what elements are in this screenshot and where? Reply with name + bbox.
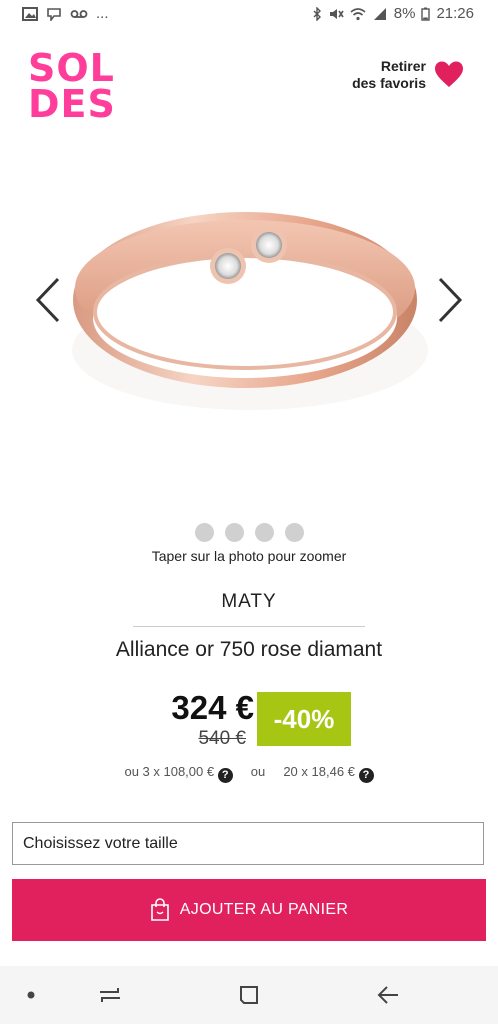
remove-favorite-label[interactable]: Retirer des favoris: [306, 58, 426, 92]
logo-line-2: DES: [28, 82, 116, 126]
header: SOL DES Retirer des favoris: [0, 30, 498, 140]
pagination-dot[interactable]: [194, 523, 214, 542]
product-image-carousel[interactable]: [0, 140, 498, 510]
wifi-icon: [350, 7, 366, 20]
ring-image[interactable]: [60, 180, 440, 460]
add-to-cart-button[interactable]: AJOUTER AU PANIER: [12, 879, 486, 941]
favorite-label-line-1: Retirer: [380, 58, 426, 74]
pagination-dot[interactable]: [254, 523, 274, 542]
installment-options: ou 3 x 108,00 € ? ou 20 x 18,46 € ?: [0, 764, 498, 783]
voicemail-icon: [70, 9, 88, 18]
size-select[interactable]: Choisissez votre taille: [12, 822, 484, 865]
mute-icon: [329, 8, 344, 19]
product-brand[interactable]: MATY: [0, 591, 498, 613]
original-price: 540 €: [198, 728, 246, 749]
chat-icon: [47, 7, 61, 21]
installment-20x: 20 x 18,46 €: [283, 764, 355, 779]
favorite-label-line-2: des favoris: [352, 75, 426, 91]
gallery-icon: [22, 6, 38, 21]
nav-dot-icon[interactable]: [26, 990, 36, 1000]
recent-apps-icon[interactable]: [98, 984, 122, 1006]
divider: [133, 626, 365, 627]
back-arrow-icon[interactable]: [376, 984, 400, 1006]
clock: 21:26: [436, 5, 474, 22]
size-select-placeholder: Choisissez votre taille: [23, 835, 178, 852]
pagination-dot[interactable]: [224, 523, 244, 542]
status-bar: ... 8% 21:26: [0, 0, 498, 30]
next-image-chevron-icon[interactable]: [432, 275, 466, 325]
add-to-cart-label: AJOUTER AU PANIER: [179, 901, 349, 918]
more-notifications: ...: [96, 5, 109, 22]
current-price: 324 €: [171, 689, 254, 726]
discount-badge: -40%: [257, 692, 351, 746]
previous-image-chevron-icon[interactable]: [32, 275, 66, 325]
notification-icons: ...: [22, 5, 109, 22]
carousel-pagination: [0, 523, 498, 542]
shopping-bag-icon: [150, 898, 169, 921]
product-title: Alliance or 750 rose diamant: [115, 638, 383, 661]
installment-3x: ou 3 x 108,00 €: [124, 764, 215, 779]
pagination-dot[interactable]: [284, 523, 304, 542]
help-icon[interactable]: ?: [217, 768, 233, 783]
system-icons: 8% 21:26: [312, 5, 474, 22]
soldes-logo[interactable]: SOL DES: [28, 46, 116, 126]
help-icon[interactable]: ?: [358, 768, 374, 783]
signal-icon: [373, 7, 386, 20]
home-button-icon[interactable]: [238, 984, 260, 1006]
heart-icon[interactable]: [434, 60, 464, 88]
installment-separator: ou: [250, 764, 266, 779]
battery-icon: [421, 7, 431, 21]
bluetooth-icon: [313, 6, 321, 21]
price-block: 324 € 540 €: [144, 688, 254, 750]
zoom-hint: Taper sur la photo pour zoomer: [151, 548, 347, 564]
navigation-bar: [0, 966, 498, 1024]
battery-level: 8%: [393, 5, 416, 22]
logo-line-1: SOL: [28, 46, 115, 90]
